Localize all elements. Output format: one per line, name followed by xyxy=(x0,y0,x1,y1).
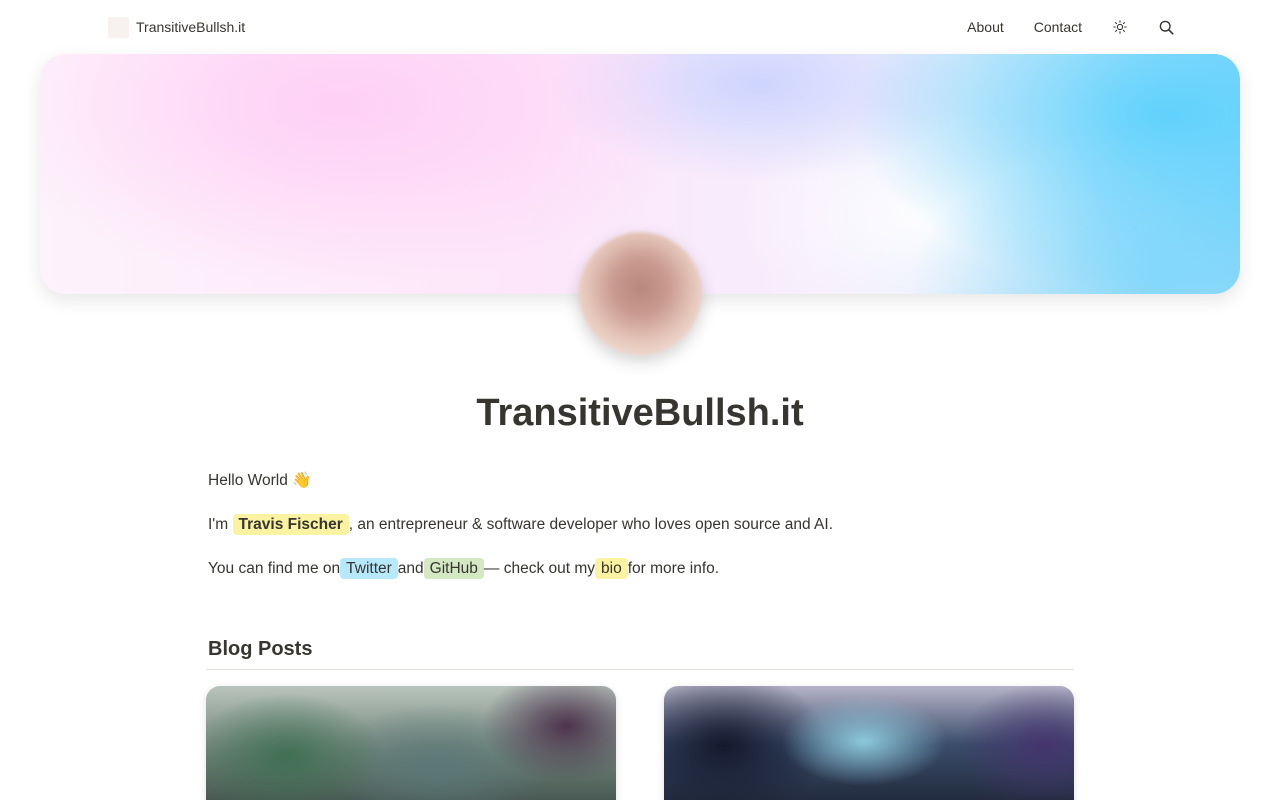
bio-link[interactable]: bio xyxy=(595,558,628,579)
bio-line: I'm Travis Fischer, an entrepreneur & so… xyxy=(208,514,1074,536)
sun-icon[interactable] xyxy=(1112,19,1128,35)
avatar xyxy=(579,232,702,355)
page-title: TransitiveBullsh.it xyxy=(476,392,804,434)
links-mid: — check out my xyxy=(483,560,596,577)
nav-links: About Contact xyxy=(937,16,1174,38)
github-link[interactable]: GitHub xyxy=(423,558,484,579)
site-logo xyxy=(108,16,129,38)
links-suffix: for more info. xyxy=(627,560,720,577)
top-nav-bar: TransitiveBullsh.it About Contact xyxy=(0,0,1280,54)
blog-post-card[interactable] xyxy=(206,686,616,800)
intro-prefix: I'm xyxy=(208,516,229,533)
blog-post-card[interactable] xyxy=(664,686,1074,800)
name-highlight: Travis Fischer xyxy=(232,514,349,535)
brand-link[interactable]: TransitiveBullsh.it xyxy=(108,16,245,38)
intro-text: Hello World 👋 I'm Travis Fischer, an ent… xyxy=(208,470,1074,602)
links-prefix: You can find me on xyxy=(208,560,341,577)
greeting-line: Hello World 👋 xyxy=(208,470,1074,492)
twitter-link[interactable]: Twitter xyxy=(340,558,398,579)
nav-contact-link[interactable]: Contact xyxy=(1034,19,1082,35)
waving-hand-icon: 👋 xyxy=(292,472,312,489)
search-icon[interactable] xyxy=(1158,19,1174,35)
intro-suffix: , an entrepreneur & software developer w… xyxy=(348,516,834,533)
greeting-text: Hello World xyxy=(208,472,288,489)
blog-posts-heading: Blog Posts xyxy=(208,638,313,660)
nav-about-link[interactable]: About xyxy=(967,19,1004,35)
section-divider xyxy=(206,669,1074,670)
brand-name: TransitiveBullsh.it xyxy=(136,19,246,35)
links-line: You can find me on Twitter and GitHub — chec… xyxy=(208,558,1074,580)
blog-post-cover xyxy=(664,686,1074,800)
links-and: and xyxy=(397,560,424,577)
blog-post-cover xyxy=(206,686,616,800)
